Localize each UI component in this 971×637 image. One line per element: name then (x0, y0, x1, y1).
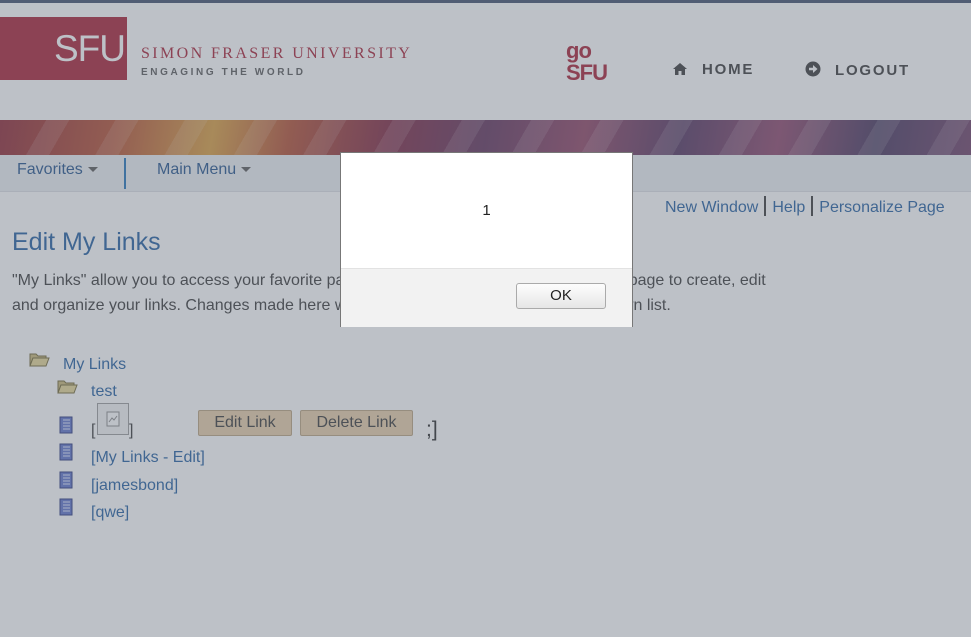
alert-message: 1 (482, 202, 491, 219)
alert-footer: OK (341, 268, 632, 327)
alert-dialog: 1 OK (340, 152, 633, 327)
ok-button[interactable]: OK (516, 283, 606, 309)
